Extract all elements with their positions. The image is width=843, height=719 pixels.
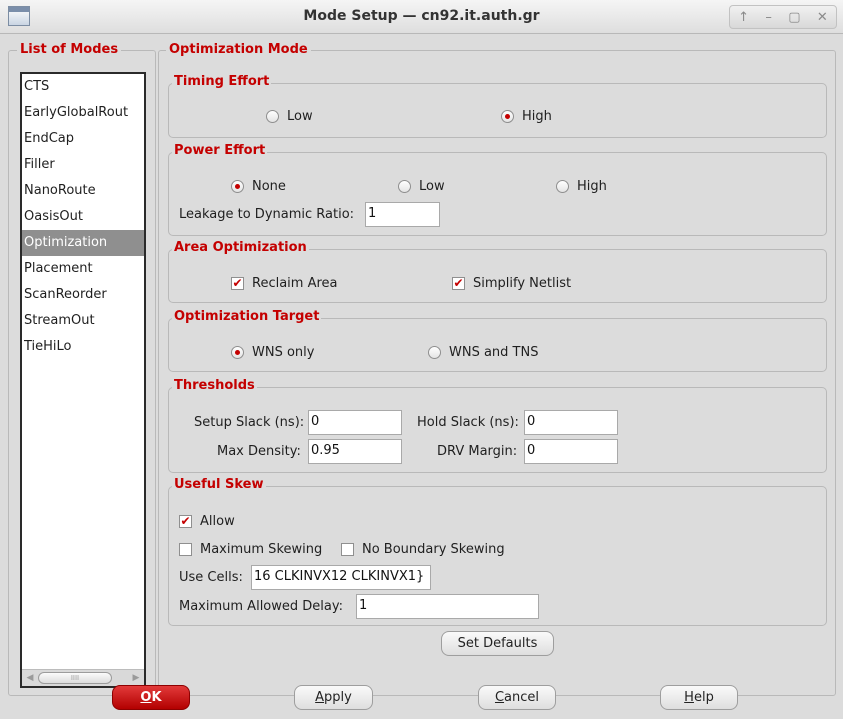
title-bar[interactable]: Mode Setup — cn92.it.auth.gr ↑ – ▢ ✕ (0, 0, 843, 34)
drv-margin-input[interactable]: 0 (524, 439, 618, 464)
radio-icon (231, 346, 244, 359)
timing-effort-title: Timing Effort (172, 74, 272, 89)
checkbox-icon (179, 543, 192, 556)
max-delay-input[interactable]: 1 (356, 594, 539, 619)
scroll-right-icon[interactable]: ▶ (129, 671, 143, 685)
mode-list-item[interactable]: EarlyGlobalRout (22, 100, 144, 126)
checkbox-icon: ✔ (452, 276, 465, 290)
horizontal-scrollbar[interactable]: ◀ IIII ▶ (22, 669, 144, 686)
checkbox-icon: ✔ (179, 514, 192, 528)
area-optimization-section: Area Optimization ✔ Reclaim Area ✔ Simpl… (168, 240, 827, 303)
modes-group: List of Modes CTS EarlyGlobalRout EndCap Fi… (8, 42, 156, 696)
checkbox-icon: ✔ (231, 276, 244, 290)
radio-icon (428, 346, 441, 359)
power-effort-title: Power Effort (172, 143, 268, 158)
useful-skew-title: Useful Skew (172, 477, 266, 492)
useful-skew-section: Useful Skew ✔ Allow Maximum Skewing No B… (168, 477, 827, 626)
optimization-target-section: Optimization Target WNS only WNS and TNS (168, 309, 827, 372)
thresholds-title: Thresholds (172, 378, 257, 393)
mode-list-item[interactable]: Filler (22, 152, 144, 178)
mode-list-item[interactable]: CTS (22, 74, 144, 100)
window-controls: ↑ – ▢ ✕ (729, 5, 837, 29)
mode-list-item[interactable]: TieHiLo (22, 334, 144, 360)
wns-and-tns-radio[interactable]: WNS and TNS (428, 345, 538, 360)
leakage-ratio-label: Leakage to Dynamic Ratio: (179, 207, 355, 222)
power-effort-section: Power Effort None Low High Leakage to Dy… (168, 143, 827, 236)
thresholds-section: Thresholds Setup Slack (ns): 0 Hold Slac… (168, 378, 827, 473)
setup-slack-label: Setup Slack (ns): (194, 415, 305, 430)
checkbox-icon (341, 543, 354, 556)
hold-slack-label: Hold Slack (ns): (417, 415, 519, 430)
max-density-input[interactable]: 0.95 (308, 439, 402, 464)
max-delay-label: Maximum Allowed Delay: (179, 599, 343, 614)
power-effort-high-radio[interactable]: High (556, 179, 607, 194)
reclaim-area-checkbox[interactable]: ✔ Reclaim Area (231, 276, 338, 291)
radio-icon (556, 180, 569, 193)
hold-slack-input[interactable]: 0 (524, 410, 618, 435)
optimization-mode-group: Optimization Mode Timing Effort Low High… (158, 42, 836, 696)
modes-group-title: List of Modes (17, 42, 122, 57)
mode-list-item[interactable]: ScanReorder (22, 282, 144, 308)
max-density-label: Max Density: (217, 444, 301, 459)
cancel-button[interactable]: Cancel (478, 685, 556, 710)
apply-button[interactable]: Apply (294, 685, 373, 710)
radio-icon (231, 180, 244, 193)
mode-list-item[interactable]: Optimization (22, 230, 144, 256)
simplify-netlist-checkbox[interactable]: ✔ Simplify Netlist (452, 276, 571, 291)
modes-list[interactable]: CTS EarlyGlobalRout EndCap Filler NanoRoute O… (20, 72, 146, 688)
radio-icon (398, 180, 411, 193)
mode-list-item[interactable]: StreamOut (22, 308, 144, 334)
timing-effort-section: Timing Effort Low High (168, 74, 827, 138)
power-effort-low-radio[interactable]: Low (398, 179, 445, 194)
timing-effort-high-radio[interactable]: High (501, 109, 552, 124)
wns-only-radio[interactable]: WNS only (231, 345, 314, 360)
allow-checkbox[interactable]: ✔ Allow (179, 514, 235, 529)
mode-list-item[interactable]: Placement (22, 256, 144, 282)
mode-list-item[interactable]: NanoRoute (22, 178, 144, 204)
mode-list-item[interactable]: EndCap (22, 126, 144, 152)
use-cells-label: Use Cells: (179, 570, 243, 585)
setup-slack-input[interactable]: 0 (308, 410, 402, 435)
keep-above-icon[interactable]: ↑ (738, 10, 749, 25)
window-title: Mode Setup — cn92.it.auth.gr (303, 8, 540, 24)
maximum-skewing-checkbox[interactable]: Maximum Skewing (179, 542, 322, 557)
help-button[interactable]: Help (660, 685, 738, 710)
optimization-mode-title: Optimization Mode (166, 42, 311, 57)
radio-icon (266, 110, 279, 123)
minimize-icon[interactable]: – (765, 10, 772, 25)
drv-margin-label: DRV Margin: (437, 444, 518, 459)
mode-list-item[interactable]: OasisOut (22, 204, 144, 230)
timing-effort-low-radio[interactable]: Low (266, 109, 313, 124)
dialog-body: List of Modes CTS EarlyGlobalRout EndCap Fi… (8, 34, 843, 719)
ok-button[interactable]: OK (112, 685, 190, 710)
scroll-thumb[interactable]: IIII (38, 672, 112, 684)
use-cells-input[interactable]: 16 CLKINVX12 CLKINVX1} (251, 565, 431, 590)
scroll-left-icon[interactable]: ◀ (23, 671, 37, 685)
set-defaults-button[interactable]: Set Defaults (441, 631, 554, 656)
optimization-target-title: Optimization Target (172, 309, 322, 324)
radio-icon (501, 110, 514, 123)
maximize-icon[interactable]: ▢ (788, 10, 800, 25)
close-icon[interactable]: ✕ (817, 10, 828, 25)
power-effort-none-radio[interactable]: None (231, 179, 286, 194)
leakage-ratio-input[interactable]: 1 (365, 202, 440, 227)
area-optimization-title: Area Optimization (172, 240, 309, 255)
no-boundary-skewing-checkbox[interactable]: No Boundary Skewing (341, 542, 505, 557)
